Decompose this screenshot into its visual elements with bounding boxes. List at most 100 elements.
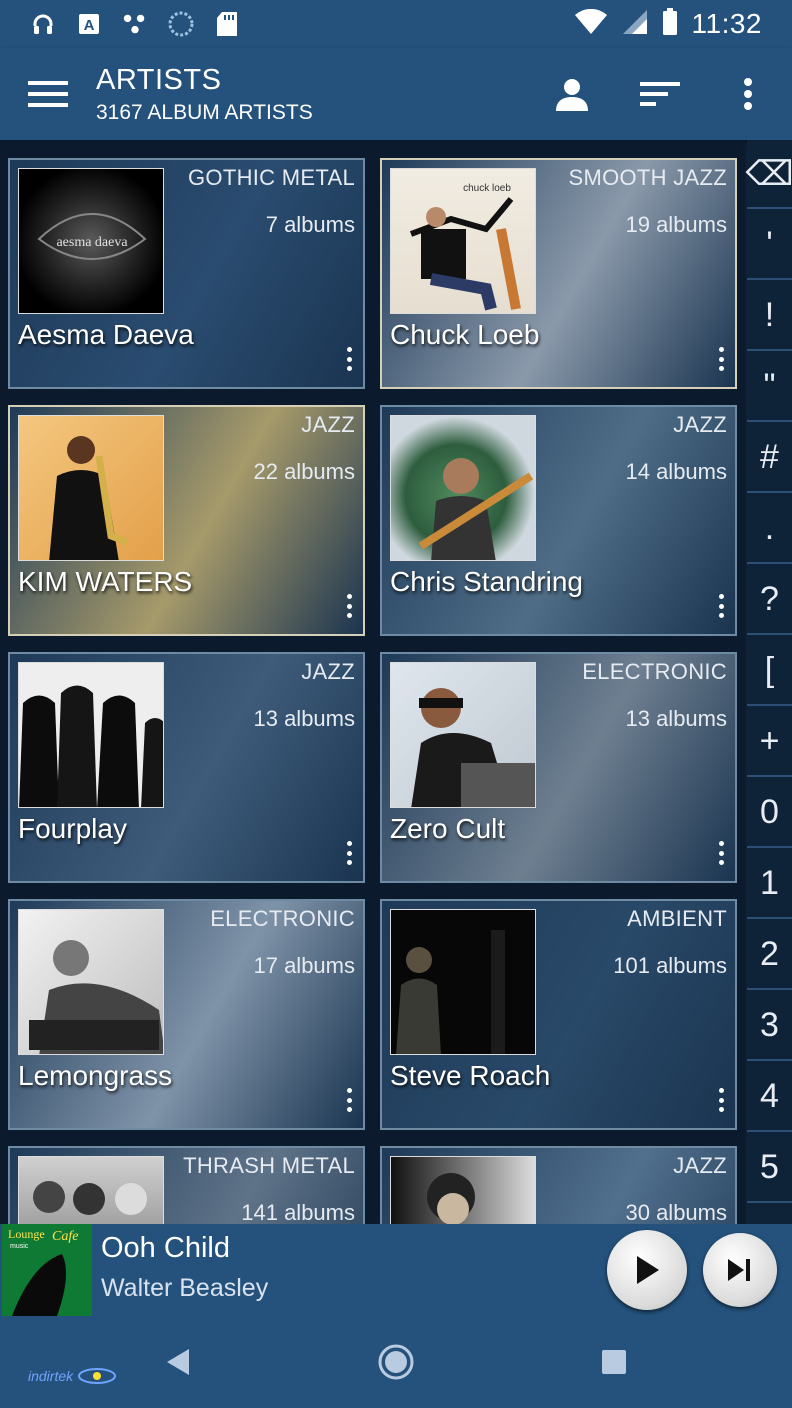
artist-genre: JAZZ [301,659,355,684]
system-nav-bar: indirtek [0,1316,792,1408]
artist-genre: JAZZ [673,1153,727,1178]
album-count: 101 albums [613,953,727,978]
album-art-text: chuck loeb [463,183,511,194]
hamburger-menu-icon[interactable] [0,48,96,140]
album-art [18,1156,164,1224]
album-count: 13 albums [625,706,727,731]
index-item-exclamation[interactable]: ! [747,282,792,351]
now-playing-album-art[interactable]: Lounge Cafe music [2,1224,92,1316]
more-options-icon[interactable] [341,594,357,618]
more-options-icon[interactable] [713,1088,729,1112]
album-count: 19 albums [625,212,727,237]
headset-icon [30,11,56,37]
recents-icon[interactable] [594,1342,634,1382]
artist-name: Chuck Loeb [390,319,540,350]
now-playing-title[interactable]: Ooh Child [101,1232,230,1265]
artist-genre: GOTHIC METAL [188,165,355,190]
artist-card[interactable]: AMBIENT 101 albums Steve Roach [380,899,737,1130]
index-item-bracket[interactable]: [ [747,637,792,706]
album-count: 7 albums [265,212,355,237]
index-item-hash[interactable]: # [747,424,792,493]
share-icon [122,11,148,37]
index-item-1[interactable]: 1 [747,850,792,919]
artist-name: Chris Standring [390,566,583,597]
sort-icon[interactable] [616,48,704,140]
status-bar: A 11:32 [0,0,792,48]
artist-name: Aesma Daeva [18,319,194,350]
more-options-icon[interactable] [713,594,729,618]
index-item-5[interactable]: 5 [747,1134,792,1203]
album-art [18,909,164,1055]
artist-card[interactable]: JAZZ 14 albums Chris Standring [380,405,737,636]
artist-name: Zero Cult [390,813,506,844]
index-item-question[interactable]: ? [747,566,792,635]
artist-card[interactable]: JAZZ 22 albums KIM WATERS [8,405,365,636]
artist-grid: aesma daeva GOTHIC METAL 7 albums Aesma … [8,158,737,1224]
album-art [18,415,164,561]
clock: 11:32 [691,8,762,39]
artist-card[interactable]: chuck loeb SMOOTH JAZZ 19 albums Chuck L… [380,158,737,389]
index-item-4[interactable]: 4 [747,1063,792,1132]
index-item-0[interactable]: 0 [747,779,792,848]
album-art [390,662,536,808]
artist-genre: JAZZ [673,412,727,437]
artist-genre: THRASH METAL [183,1153,355,1178]
overflow-menu-icon[interactable] [704,48,792,140]
index-item-3[interactable]: 3 [747,992,792,1061]
artist-card[interactable]: aesma daeva GOTHIC METAL 7 albums Aesma … [8,158,365,389]
artist-card[interactable]: THRASH METAL 141 albums [8,1146,365,1224]
album-art: aesma daeva [18,168,164,314]
index-item-period[interactable]: . [747,495,792,564]
alphabet-index[interactable]: ⌫ ' ! " # . ? [ + 0 1 2 3 4 5 [745,140,792,1224]
more-options-icon[interactable] [341,841,357,865]
page-subtitle: 3167 ALBUM ARTISTS [96,100,313,124]
signal-icon [622,9,648,40]
artist-card[interactable]: JAZZ 30 albums [380,1146,737,1224]
back-icon[interactable] [157,1342,197,1382]
font-a-icon: A [76,11,102,37]
artist-name: Lemongrass [18,1060,173,1091]
more-options-icon[interactable] [713,347,729,371]
index-item-2[interactable]: 2 [747,921,792,990]
skip-next-icon [728,1259,750,1281]
album-art [390,1156,536,1224]
page-title: ARTISTS [96,63,222,96]
svg-text:A: A [84,17,95,34]
artist-genre: JAZZ [301,412,355,437]
artist-name: Fourplay [18,813,127,844]
album-count: 30 albums [625,1200,727,1224]
home-icon[interactable] [376,1342,416,1382]
more-options-icon[interactable] [341,347,357,371]
artist-card[interactable]: ELECTRONIC 17 albums Lemongrass [8,899,365,1130]
now-playing-bar[interactable]: Lounge Cafe music Ooh Child Walter Beasl… [0,1224,792,1316]
artist-genre: ELECTRONIC [210,906,355,931]
album-art: chuck loeb [390,168,536,314]
artist-card[interactable]: JAZZ 13 albums Fourplay [8,652,365,883]
play-icon [637,1256,659,1284]
index-item-backspace[interactable]: ⌫ [745,140,792,209]
album-count: 13 albums [253,706,355,731]
more-options-icon[interactable] [341,1088,357,1112]
artist-name: KIM WATERS [18,566,193,597]
person-icon[interactable] [528,48,616,140]
more-options-icon[interactable] [713,841,729,865]
index-item-quote[interactable]: " [747,353,792,422]
index-item-plus[interactable]: + [747,708,792,777]
artist-name: Steve Roach [390,1060,551,1091]
play-button[interactable] [607,1230,687,1310]
watermark: indirtek [28,1368,117,1384]
artist-genre: SMOOTH JAZZ [568,165,727,190]
watermark-text: indirtek [28,1368,74,1384]
wifi-icon [574,8,608,40]
artist-genre: AMBIENT [627,906,727,931]
album-art-text: aesma daeva [56,235,128,250]
now-playing-artist[interactable]: Walter Beasley [101,1274,268,1303]
sd-card-icon [214,11,240,37]
artist-grid-container[interactable]: aesma daeva GOTHIC METAL 7 albums Aesma … [0,140,745,1224]
index-item-apostrophe[interactable]: ' [747,211,792,280]
art-text: Lounge [8,1227,45,1241]
skip-next-button[interactable] [703,1233,777,1307]
album-art [390,415,536,561]
artist-card[interactable]: ELECTRONIC 13 albums Zero Cult [380,652,737,883]
eye-logo-icon [78,1368,117,1384]
